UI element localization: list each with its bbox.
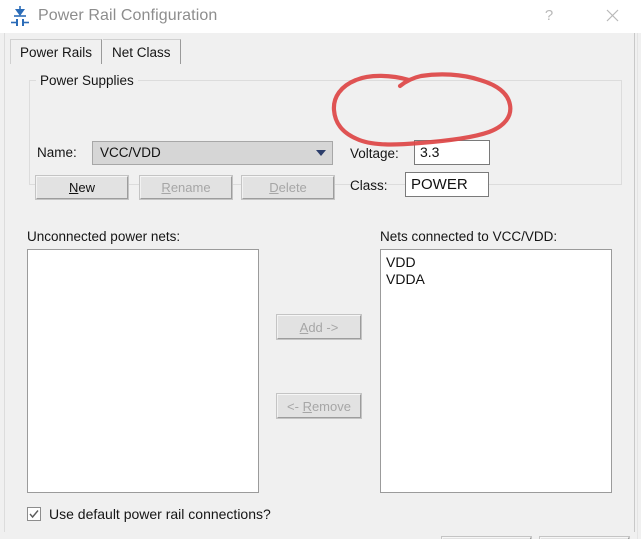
unconnected-nets-label: Unconnected power nets: xyxy=(27,229,181,244)
name-combobox[interactable]: VCC/VDD xyxy=(92,141,333,165)
remove-button[interactable]: <- Remove xyxy=(277,394,361,418)
connected-nets-listbox[interactable]: VDD VDDA xyxy=(380,249,612,493)
connected-nets-label: Nets connected to VCC/VDD: xyxy=(380,229,558,244)
unconnected-nets-listbox[interactable] xyxy=(27,249,259,493)
delete-button[interactable]: Delete xyxy=(242,176,334,199)
power-rail-configuration-dialog: Power Rail Configuration ? Power Rails N… xyxy=(0,0,641,539)
window-frame-right xyxy=(634,33,635,532)
name-combobox-value: VCC/VDD xyxy=(100,145,161,160)
list-item[interactable]: VDDA xyxy=(381,271,611,288)
power-supplies-group xyxy=(29,80,622,185)
tab-net-class[interactable]: Net Class xyxy=(103,39,181,64)
window-frame-left xyxy=(4,33,5,532)
chevron-down-icon xyxy=(316,150,326,156)
add-button[interactable]: Add -> xyxy=(277,315,361,339)
new-button[interactable]: New xyxy=(36,176,128,199)
rename-button[interactable]: Rename xyxy=(140,176,232,199)
window-frame-right-outer xyxy=(637,33,638,539)
default-connections-checkbox[interactable] xyxy=(27,507,41,521)
class-input[interactable]: POWER xyxy=(405,172,489,197)
title-bar: Power Rail Configuration ? xyxy=(0,0,641,34)
power-supplies-group-label: Power Supplies xyxy=(36,73,138,88)
voltage-input[interactable]: 3.3 xyxy=(414,140,490,165)
list-item[interactable]: VDD xyxy=(381,254,611,271)
close-icon[interactable] xyxy=(589,0,635,31)
window-title: Power Rail Configuration xyxy=(38,7,218,24)
default-connections-label: Use default power rail connections? xyxy=(49,506,271,522)
dialog-client-area: Power Rails Net Class Power Supplies Nam… xyxy=(0,33,641,539)
tab-power-rails[interactable]: Power Rails xyxy=(10,39,103,64)
help-icon[interactable]: ? xyxy=(526,0,572,31)
voltage-label: Voltage: xyxy=(350,146,399,161)
power-rail-icon xyxy=(9,5,31,27)
class-label: Class: xyxy=(350,178,388,193)
name-label: Name: xyxy=(37,145,77,160)
default-connections-row[interactable]: Use default power rail connections? xyxy=(27,506,271,522)
